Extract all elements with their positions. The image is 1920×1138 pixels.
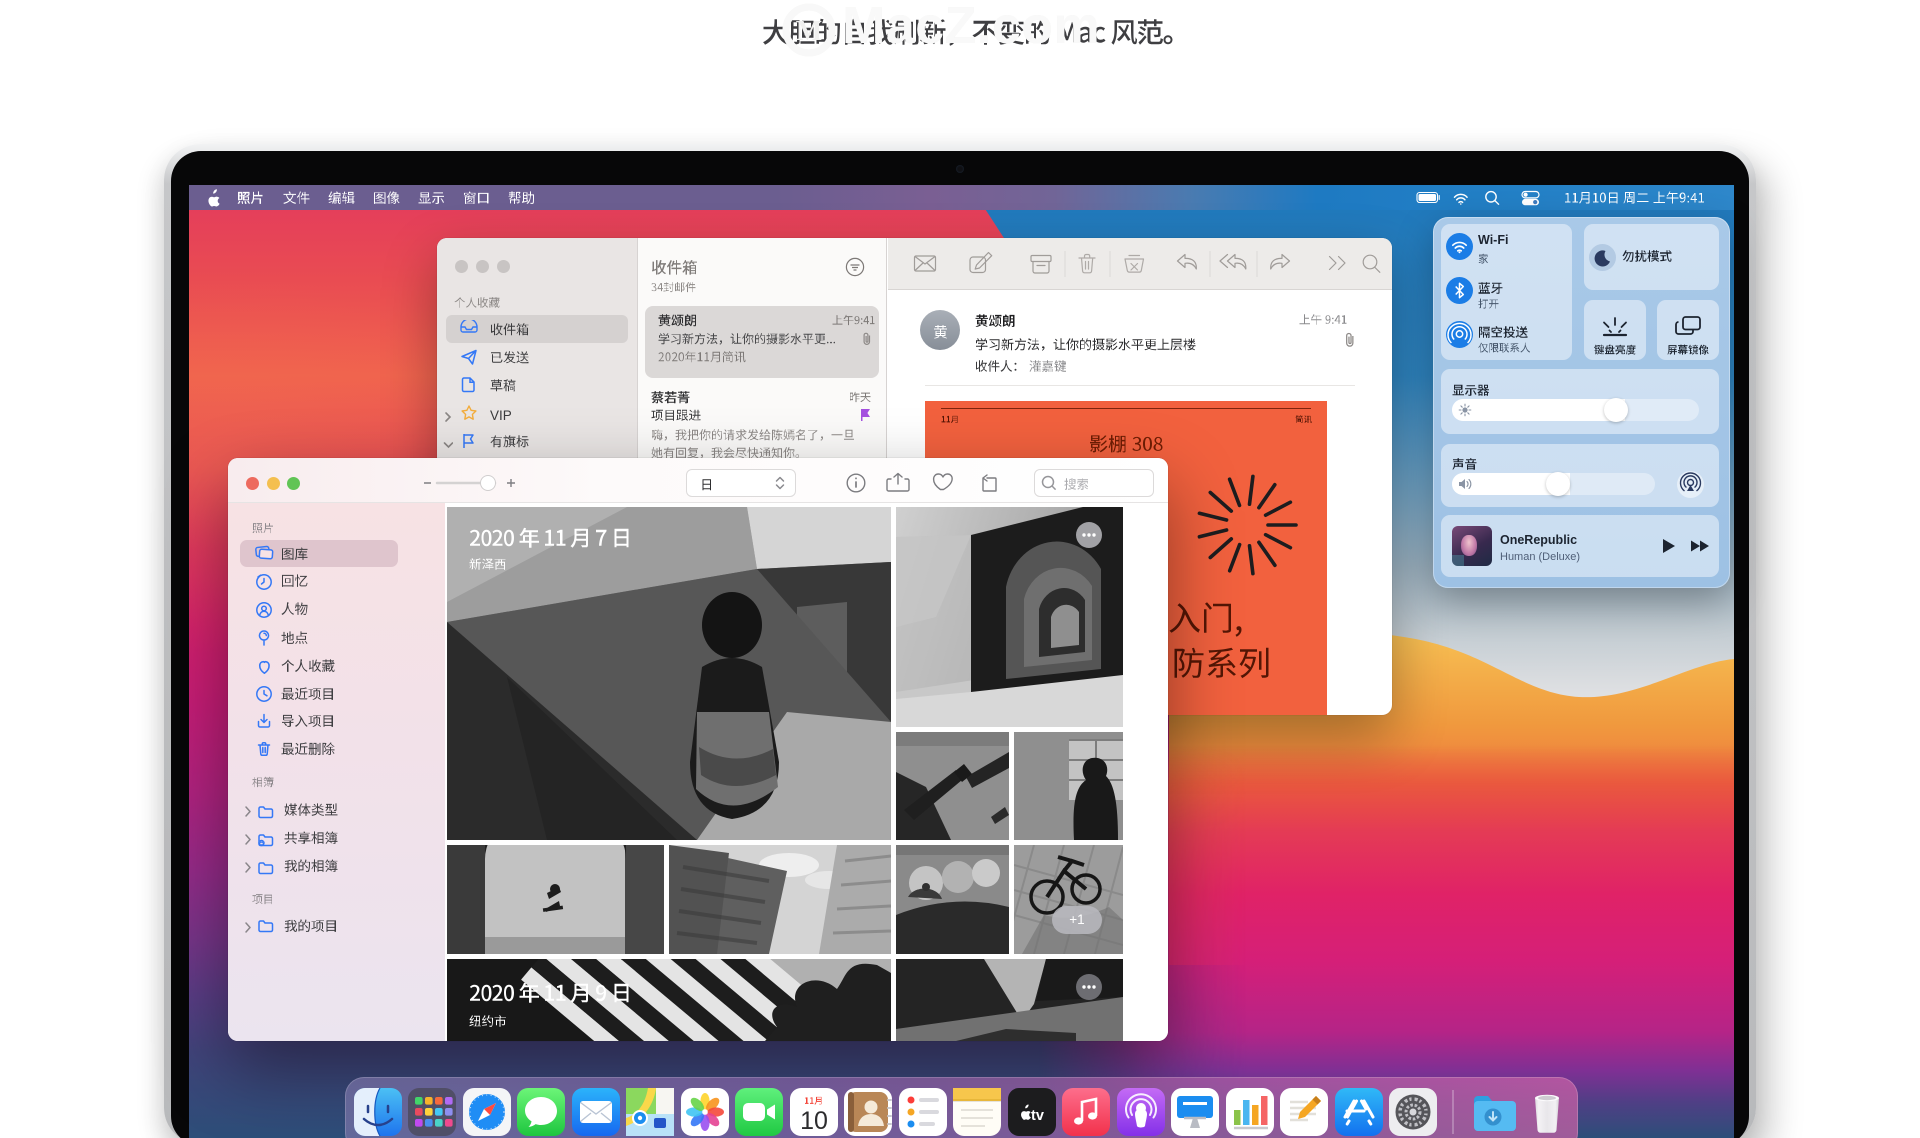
svg-text:tv: tv <box>1031 1108 1044 1124</box>
svg-text:M: M <box>796 16 822 47</box>
svg-text:10: 10 <box>800 1107 828 1135</box>
